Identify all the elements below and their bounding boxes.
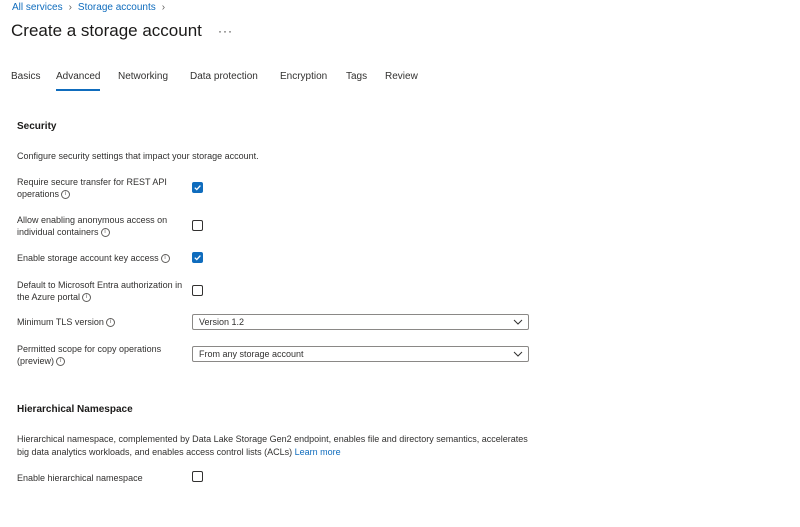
hns-description: Hierarchical namespace, complemented by … [17,433,532,458]
tls-version-value: Version 1.2 [199,317,245,327]
checkmark-icon [194,255,201,261]
tls-version-select[interactable]: Version 1.2 [192,314,529,330]
learn-more-link[interactable]: Learn more [295,447,341,457]
anonymous-access-label-text: Allow enabling anonymous access on indiv… [17,215,168,237]
copy-scope-label-text: Permitted scope for copy operations (pre… [17,344,162,366]
security-heading: Security [17,121,57,132]
checkmark-icon [194,185,201,191]
entra-default-label-text: Default to Microsoft Entra authorization… [17,280,183,302]
secure-transfer-label-text: Require secure transfer for REST API ope… [17,177,167,199]
anonymous-access-checkbox[interactable] [192,220,203,231]
hns-enable-checkbox[interactable] [192,471,203,482]
tls-label: Minimum TLS version i [17,316,192,328]
key-access-checkbox[interactable] [192,252,203,263]
chevron-right-icon: › [161,2,166,13]
info-icon[interactable]: i [160,254,170,264]
info-icon[interactable]: i [82,293,92,303]
secure-transfer-checkbox[interactable] [192,182,203,193]
key-access-label-text: Enable storage account key access [17,253,159,263]
tab-encryption[interactable]: Encryption [280,71,327,82]
tab-advanced[interactable]: Advanced [56,71,101,91]
hns-description-text: Hierarchical namespace, complemented by … [17,434,528,457]
breadcrumb-all-services[interactable]: All services [12,2,63,13]
tab-networking[interactable]: Networking [118,71,168,82]
hns-heading: Hierarchical Namespace [17,404,133,415]
info-icon[interactable]: i [100,228,110,238]
tab-review[interactable]: Review [385,71,418,82]
secure-transfer-label: Require secure transfer for REST API ope… [17,176,192,200]
info-icon[interactable]: i [105,318,115,328]
info-icon[interactable]: i [61,190,71,200]
copy-scope-label: Permitted scope for copy operations (pre… [17,343,192,367]
hns-enable-label: Enable hierarchical namespace [17,473,143,483]
page-title: Create a storage account [11,21,202,40]
copy-scope-select[interactable]: From any storage account [192,346,529,362]
tab-basics[interactable]: Basics [11,71,40,82]
chevron-down-icon [513,351,523,357]
key-access-label: Enable storage account key access i [17,252,192,264]
copy-scope-value: From any storage account [199,349,304,359]
tls-label-text: Minimum TLS version [17,317,104,327]
more-options-icon[interactable]: ··· [218,24,233,38]
entra-default-checkbox[interactable] [192,285,203,296]
chevron-down-icon [513,319,523,325]
anonymous-access-label: Allow enabling anonymous access on indiv… [17,214,192,238]
security-description: Configure security settings that impact … [17,151,259,161]
breadcrumb-storage-accounts[interactable]: Storage accounts [78,2,156,13]
tab-data-protection[interactable]: Data protection [190,71,258,82]
chevron-right-icon: › [68,2,72,13]
entra-default-label: Default to Microsoft Entra authorization… [17,279,192,303]
tab-tags[interactable]: Tags [346,71,367,82]
breadcrumb: All services › Storage accounts › [12,2,165,13]
info-icon[interactable]: i [56,357,66,367]
